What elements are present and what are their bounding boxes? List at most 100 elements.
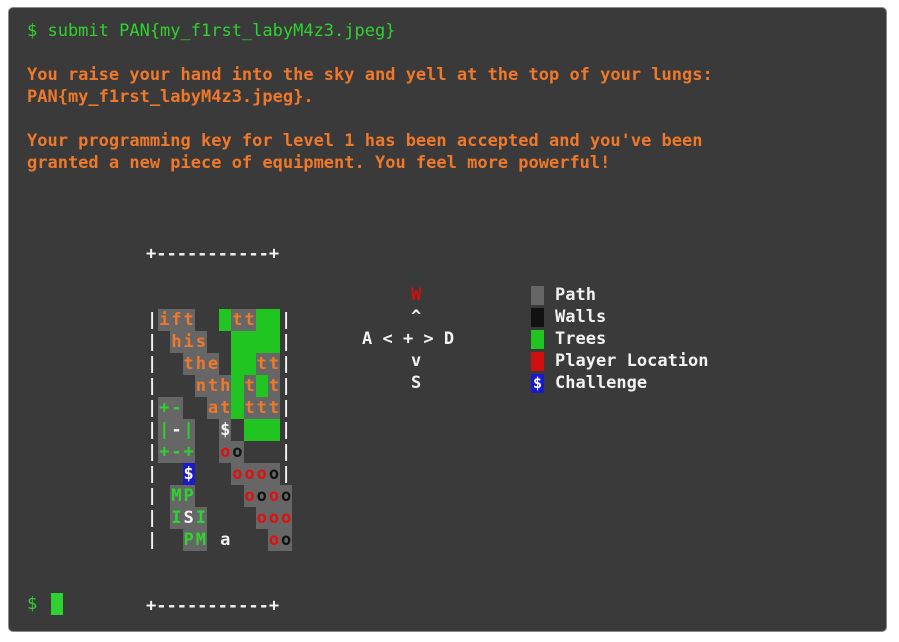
map-cell: o <box>267 529 281 551</box>
map-cell: I <box>170 507 183 529</box>
map-cell <box>170 375 182 397</box>
map-cell <box>207 331 219 353</box>
map-cell: t <box>243 375 256 397</box>
map-cell <box>244 529 256 551</box>
map-cell <box>243 419 256 441</box>
map-cell: | <box>146 310 158 330</box>
map-cell: t <box>255 397 268 419</box>
map-cell: o <box>255 485 268 507</box>
map-cell <box>170 463 182 485</box>
map-cell: | <box>146 354 158 374</box>
map-cell <box>244 441 256 463</box>
map-cell: + <box>158 441 171 463</box>
map-cell: o <box>255 507 268 529</box>
map-cell: | <box>281 376 292 396</box>
map-cell: o <box>231 441 244 463</box>
map-cell: t <box>255 353 268 375</box>
map-cell: a <box>220 530 231 550</box>
map-cell <box>170 529 182 551</box>
map-cell: | <box>146 442 158 462</box>
map-cell <box>231 507 243 529</box>
map-cell: h <box>170 331 183 353</box>
ascii-map: +-----------+ | i f t t t | | his | | the t t | | … <box>146 199 293 631</box>
map-cell: I <box>194 507 207 529</box>
horizontal-controls: A < + > D <box>362 329 455 349</box>
map-cell: | <box>281 310 292 330</box>
map-cell: o <box>267 507 281 529</box>
map-cell <box>158 485 170 507</box>
map-top-border: +-----------+ <box>146 244 280 264</box>
map-cell: t <box>182 353 195 375</box>
map-cell: | <box>281 332 292 352</box>
map-cell: o <box>280 507 293 529</box>
map-cell <box>255 331 268 353</box>
map-cell <box>219 309 232 331</box>
map-cell: P <box>182 529 195 551</box>
map-cell: | <box>146 486 158 506</box>
map-cell <box>231 529 243 551</box>
map-cell: | <box>146 420 158 440</box>
map-cell: + <box>182 441 195 463</box>
legend-label: Path <box>555 285 596 305</box>
map-rows: | i f t t t | | his | | the t t | | n t h t t | | + - attt… <box>146 309 293 551</box>
terminal-window[interactable]: $ submit PAN{my_f1rst_labyM4z3.jpeg} You… <box>8 7 887 632</box>
map-cell <box>170 353 182 375</box>
map-cell <box>219 485 231 507</box>
map-cell <box>158 529 170 551</box>
legend-label: Trees <box>555 329 607 349</box>
map-cell <box>207 441 219 463</box>
map-row: | ISI ooo <box>146 507 293 529</box>
map-cell <box>243 353 256 375</box>
map-cell: t <box>267 353 281 375</box>
map-cell: | <box>146 376 158 396</box>
map-cell <box>183 375 195 397</box>
map-cell <box>219 507 231 529</box>
map-cell: f <box>170 309 183 331</box>
map-cell: t <box>219 397 232 419</box>
map-cell: o <box>255 463 268 485</box>
map-cell: o <box>267 463 281 485</box>
map-cell <box>207 485 219 507</box>
map-cell <box>231 375 244 397</box>
map-cell <box>207 419 219 441</box>
map-cell: t <box>243 309 256 331</box>
map-cell <box>256 529 268 551</box>
map-row: | MP oooo <box>146 485 293 507</box>
map-cell: t <box>243 397 256 419</box>
map-row: | i f t t t | <box>146 309 292 331</box>
message-line-4: Your programming key for level 1 has bee… <box>27 131 703 151</box>
map-cell: | <box>158 419 171 441</box>
map-cell: o <box>280 529 293 551</box>
map-cell <box>158 507 170 529</box>
path-swatch <box>531 286 544 305</box>
map-cell <box>207 463 219 485</box>
map-cell <box>219 463 231 485</box>
legend-label: Challenge <box>555 373 648 393</box>
map-cell <box>255 309 268 331</box>
map-cell: | <box>281 420 292 440</box>
map-cell <box>256 441 268 463</box>
map-cell <box>267 419 281 441</box>
map-cell <box>207 529 219 551</box>
map-cell <box>158 375 170 397</box>
terminal-cursor[interactable] <box>51 593 63 615</box>
map-cell: t <box>267 397 281 419</box>
map-cell <box>231 331 244 353</box>
map-cell: | <box>281 442 292 462</box>
down-key: S <box>411 373 422 393</box>
map-cell: o <box>243 463 256 485</box>
map-cell: $ <box>182 463 195 485</box>
up-arrow: ^ <box>411 307 422 327</box>
map-row: | his | <box>146 331 292 353</box>
map-cell: o <box>280 485 293 507</box>
map-cell <box>231 353 244 375</box>
map-cell: t <box>206 375 220 397</box>
map-cell: t <box>267 375 281 397</box>
map-cell <box>183 397 195 419</box>
down-arrow: v <box>411 351 422 371</box>
map-cell: i <box>158 309 171 331</box>
map-cell: | <box>146 464 158 484</box>
map-cell <box>195 463 207 485</box>
up-key: W <box>411 285 422 305</box>
map-row: | the t t | <box>146 353 292 375</box>
